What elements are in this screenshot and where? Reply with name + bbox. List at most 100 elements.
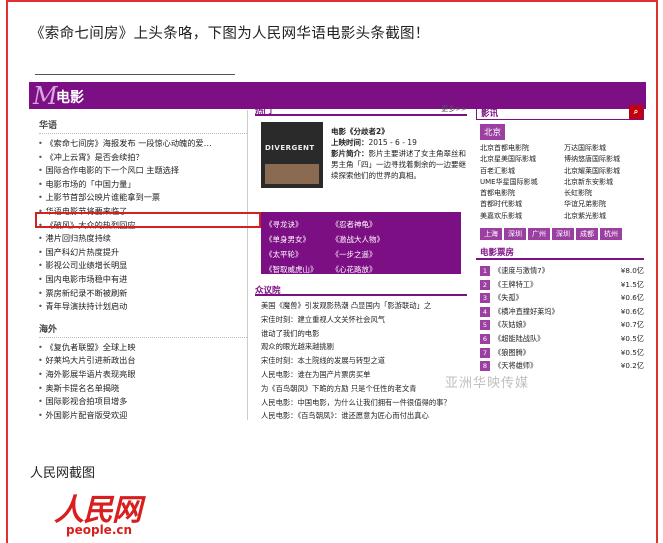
cinema-list: 北京首都电影院 万达国际影城 北京星美国际影城 博纳悠唐国际影城 百老汇影城 北…	[480, 143, 644, 222]
release-label: 上映时间：	[331, 138, 369, 147]
news-item[interactable]: 国内电影市场稳中有进	[38, 273, 247, 287]
news-item[interactable]: 上影节首部公映片谁能拿到一票	[38, 191, 247, 205]
forum-title: 众议院	[255, 284, 467, 296]
movie-tag[interactable]: 《寻龙诀》	[265, 218, 329, 231]
cinema-item[interactable]: 北京首都电影院	[480, 143, 560, 154]
movie-name: 《狼图腾》	[494, 347, 530, 357]
image-caption: 人民网截图	[30, 466, 96, 481]
movie-name: 《速度与激情7》	[494, 266, 549, 276]
chinese-news-list: 《索命七间房》海报发布 一段惊心动魄的爱… 《冲上云霄》是否会续拍？ 国际合作电…	[38, 137, 247, 314]
box-office-value: ¥0.5亿	[620, 347, 644, 357]
cinema-item[interactable]: 首都电影院	[480, 188, 560, 199]
movie-poster[interactable]: DIVERGENT	[261, 122, 323, 188]
box-office-row[interactable]: 4 《横冲直撞好莱坞》 ¥0.6亿	[480, 305, 644, 319]
movie-name: 《天将雄师》	[494, 361, 538, 371]
forum-item[interactable]: 美国《魔兽》引发观影热潮 凸显国内「影游联动」之	[255, 299, 467, 313]
box-office-row[interactable]: 2 《王牌特工》 ¥1.5亿	[480, 278, 644, 292]
showtimes-header: 影讯 ⌕	[476, 104, 644, 120]
box-office-row[interactable]: 1 《速度与激情7》 ¥8.0亿	[480, 264, 644, 278]
movie-tag[interactable]: 《忍者神龟》	[332, 218, 396, 231]
cinema-item[interactable]: UME华星国际影城	[480, 177, 560, 188]
cinema-item[interactable]: 北京星美国际影城	[480, 154, 560, 165]
city-tab-active[interactable]: 北京	[480, 124, 506, 140]
news-item[interactable]: 国际影视合拍项目增多	[38, 395, 247, 409]
news-item[interactable]: 《破风》大众的热烈回应	[38, 219, 247, 233]
movie-tag[interactable]: 《智取威虎山》	[265, 263, 329, 276]
box-office-list: 1 《速度与激情7》 ¥8.0亿 2 《王牌特工》 ¥1.5亿 3 《失孤》 ¥0.6亿 4…	[480, 264, 644, 373]
news-item[interactable]: 外国影片配音版受欢迎	[38, 409, 247, 420]
forum-item[interactable]: 观众的眼光越来越挑剔	[255, 340, 467, 354]
box-office-value: ¥0.5亿	[620, 334, 644, 344]
news-item[interactable]: 电影市场的「中国力量」	[38, 178, 247, 192]
box-office-value: ¥1.5亿	[620, 279, 644, 289]
rank-badge: 3	[480, 293, 490, 304]
more-link[interactable]: 更多>>	[441, 104, 467, 114]
section-title: 电影	[56, 90, 84, 106]
forum-item[interactable]: 宋佳时刻：建立重视人文关怀社会风气	[255, 313, 467, 327]
embedded-screenshot: M 电影 华语 《索命七间房》海报发布 一段惊心动魄的爱… 《冲上云霄》是否会续…	[29, 70, 646, 420]
movie-name: 《失孤》	[494, 293, 523, 303]
news-item[interactable]: 奥斯卡提名名单揭晓	[38, 382, 247, 396]
news-item[interactable]: 国际合作电影的下一个风口 主题选择	[38, 164, 247, 178]
cinema-item[interactable]: 首都时代影城	[480, 199, 560, 210]
forum-item[interactable]: 人民电影：《百鸟朝凤》：谁还愿意为匠心而付出真心	[255, 409, 467, 420]
forum-section: 众议院 美国《魔兽》引发观影热潮 凸显国内「影游联动」之 宋佳时刻：建立重视人文…	[255, 284, 467, 420]
news-item[interactable]: 《索命七间房》海报发布 一段惊心动魄的爱…	[38, 137, 247, 151]
news-item[interactable]: 华语电影节将要来临了	[38, 205, 247, 219]
movie-title[interactable]: 电影《分歧者2》	[331, 127, 389, 136]
divider	[35, 74, 235, 75]
forum-item[interactable]: 宋佳时刻：本土院线的发展与转型之道	[255, 354, 467, 368]
box-office-value: ¥0.6亿	[620, 293, 644, 303]
news-item[interactable]: 票房新纪录不断被刷新	[38, 287, 247, 301]
box-office-row[interactable]: 6 《超能陆战队》 ¥0.5亿	[480, 332, 644, 346]
city-tab[interactable]: 上海	[480, 228, 502, 241]
movie-tag-box: 《寻龙诀》 《忍者神龟》 《单身男女》 《激战大人物》 《太平轮》 《一步之遥》…	[261, 212, 461, 274]
hot-label: 热门	[255, 106, 273, 116]
forum-item[interactable]: 人民电影：谁在为国产片票房买单	[255, 368, 467, 382]
box-office-row[interactable]: 8 《天将雄师》 ¥0.2亿	[480, 359, 644, 373]
movie-tag[interactable]: 《太平轮》	[265, 248, 329, 261]
movie-tag[interactable]: 《单身男女》	[265, 233, 329, 246]
forum-item[interactable]: 谁动了我们的电影	[255, 327, 467, 341]
search-icon[interactable]: ⌕	[629, 105, 643, 119]
box-office-row[interactable]: 5 《灰姑娘》 ¥0.7亿	[480, 318, 644, 332]
city-tab[interactable]: 杭州	[600, 228, 622, 241]
movie-tag[interactable]: 《激战大人物》	[332, 233, 396, 246]
movie-tag[interactable]: 《心花路放》	[332, 263, 396, 276]
news-item[interactable]: 国产科幻片热度提升	[38, 246, 247, 260]
news-item[interactable]: 海外影展华语片表现亮眼	[38, 368, 247, 382]
cinema-item[interactable]: 长虹影院	[564, 188, 644, 199]
rank-badge: 6	[480, 334, 490, 345]
section-logo-mark: M	[33, 82, 58, 110]
forum-item[interactable]: 为《百鸟朝凤》下跪的方励 只是个任性的老文青	[255, 382, 467, 396]
poster-image	[265, 164, 319, 184]
cinema-item[interactable]: 万达国际影城	[564, 143, 644, 154]
movie-name: 《王牌特工》	[494, 279, 538, 289]
rank-badge: 4	[480, 306, 490, 317]
city-tab[interactable]: 深圳	[504, 228, 526, 241]
cinema-item[interactable]: 华谊兄弟影院	[564, 199, 644, 210]
city-tab[interactable]: 广州	[528, 228, 550, 241]
forum-item[interactable]: 人民电影：中国电影，为什么让我们拥有一件很值得的事？	[255, 396, 467, 410]
news-item[interactable]: 《复仇者联盟》全球上映	[38, 341, 247, 355]
rank-badge: 8	[480, 361, 490, 372]
cinema-item[interactable]: 北京耀莱国际影城	[564, 166, 644, 177]
cinema-item[interactable]: 北京新东安影城	[564, 177, 644, 188]
box-office-row[interactable]: 7 《狼图腾》 ¥0.5亿	[480, 346, 644, 360]
city-tab[interactable]: 深圳	[552, 228, 574, 241]
box-office-row[interactable]: 3 《失孤》 ¥0.6亿	[480, 291, 644, 305]
news-item[interactable]: 影视公司业绩增长明显	[38, 259, 247, 273]
rank-badge: 7	[480, 347, 490, 358]
news-item[interactable]: 《冲上云霄》是否会续拍？	[38, 151, 247, 165]
logo-english: people.cn	[66, 523, 133, 537]
news-item[interactable]: 港片回归热度持续	[38, 232, 247, 246]
cinema-item[interactable]: 博纳悠唐国际影城	[564, 154, 644, 165]
cinema-item[interactable]: 美嘉欢乐影城	[480, 211, 560, 222]
left-news-column: 华语 《索命七间房》海报发布 一段惊心动魄的爱… 《冲上云霄》是否会续拍？ 国际…	[35, 110, 248, 420]
cinema-item[interactable]: 北京紫光影城	[564, 211, 644, 222]
news-item[interactable]: 好莱坞大片引进新政出台	[38, 354, 247, 368]
cinema-item[interactable]: 百老汇影城	[480, 166, 560, 177]
city-tab[interactable]: 成都	[576, 228, 598, 241]
movie-tag[interactable]: 《一步之遥》	[332, 248, 396, 261]
news-item[interactable]: 青年导演扶持计划启动	[38, 300, 247, 314]
